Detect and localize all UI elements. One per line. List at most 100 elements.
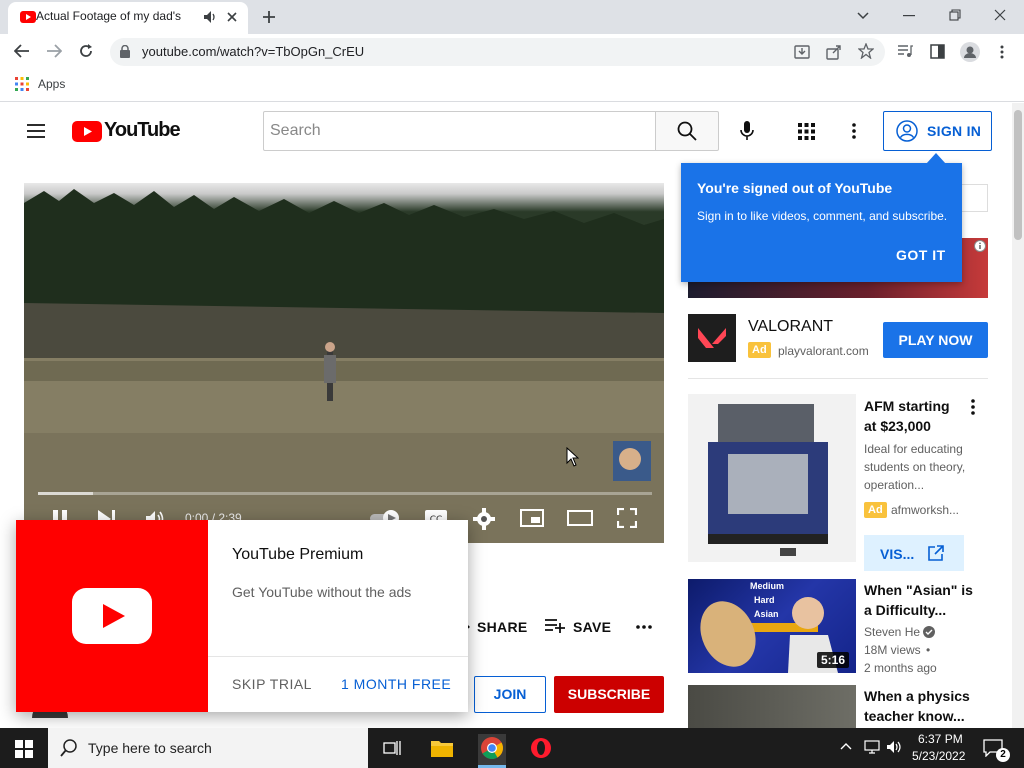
- network-icon[interactable]: [864, 740, 880, 754]
- month-free-button[interactable]: 1 MONTH FREE: [341, 676, 451, 692]
- profile-avatar-icon[interactable]: [960, 42, 980, 62]
- sign-in-label: SIGN IN: [927, 123, 982, 139]
- url-text[interactable]: youtube.com/watch?v=TbOpGn_CrEU: [142, 44, 364, 59]
- valorant-v-icon: [698, 328, 726, 348]
- youtube-favicon-icon: [20, 11, 36, 23]
- account-circle-icon: [896, 120, 918, 142]
- afm-more-icon[interactable]: [971, 399, 975, 415]
- taskbar-time[interactable]: 6:37 PM: [918, 732, 963, 746]
- fullscreen-icon[interactable]: [617, 508, 637, 528]
- miniplayer-icon[interactable]: [520, 509, 544, 527]
- video1-channel[interactable]: Steven He: [864, 625, 920, 639]
- afm-ad-thumbnail[interactable]: [688, 394, 856, 562]
- hamburger-menu-icon[interactable]: [27, 124, 45, 138]
- bookmark-apps[interactable]: Apps: [38, 77, 65, 91]
- forward-arrow-icon[interactable]: [46, 44, 62, 58]
- scrollbar-thumb[interactable]: [1014, 110, 1022, 240]
- bookmark-star-icon[interactable]: [858, 43, 874, 59]
- media-controls-icon[interactable]: [897, 44, 913, 58]
- join-button[interactable]: JOIN: [474, 676, 546, 713]
- task-view-icon[interactable]: [383, 740, 401, 756]
- restore-icon[interactable]: [949, 9, 961, 21]
- video1-duration: 5:16: [817, 652, 850, 668]
- mouse-cursor-icon: [566, 447, 579, 467]
- install-app-icon[interactable]: [794, 44, 810, 60]
- apps-grid-icon[interactable]: [15, 77, 29, 91]
- tray-chevron-up-icon[interactable]: [840, 742, 852, 750]
- subscribe-button[interactable]: SUBSCRIBE: [554, 676, 664, 713]
- skip-trial-button[interactable]: SKIP TRIAL: [232, 676, 312, 692]
- search-placeholder: Search: [270, 122, 321, 139]
- taskbar-search-placeholder: Type here to search: [88, 740, 212, 756]
- reload-icon[interactable]: [78, 43, 94, 59]
- window-close-icon[interactable]: [994, 9, 1006, 21]
- search-input[interactable]: [263, 111, 656, 151]
- tab-close-icon[interactable]: [226, 11, 238, 23]
- valorant-ad-title[interactable]: VALORANT: [748, 318, 833, 336]
- taskbar-search-icon: [60, 739, 78, 757]
- verified-check-icon: [923, 626, 935, 638]
- video1-age: 2 months ago: [864, 661, 937, 675]
- taskbar-date[interactable]: 5/23/2022: [912, 749, 965, 763]
- tooltip-body: Sign in to like videos, comment, and sub…: [697, 209, 948, 223]
- bookmarks-bar: [0, 70, 1024, 102]
- file-explorer-icon[interactable]: [431, 738, 453, 758]
- video1-meta-separator: •: [926, 643, 931, 657]
- video-progress-bar[interactable]: [38, 492, 652, 495]
- minimize-icon[interactable]: [903, 15, 915, 17]
- settings-gear-icon[interactable]: [473, 508, 495, 530]
- browser-menu-kebab-icon[interactable]: [1000, 45, 1004, 59]
- sidebar-divider: [688, 378, 988, 379]
- got-it-button[interactable]: GOT IT: [896, 247, 946, 263]
- speaker-icon[interactable]: [887, 740, 903, 754]
- premium-play-logo-icon: [72, 588, 152, 644]
- video2-thumbnail[interactable]: [688, 685, 856, 728]
- afm-advertiser[interactable]: afmworksh...: [891, 503, 959, 517]
- afm-ad-description: Ideal for educating students on theory, …: [864, 442, 966, 492]
- save-button[interactable]: SAVE: [573, 619, 611, 635]
- video2-title[interactable]: When a physics teacher know...: [864, 686, 974, 726]
- valorant-ad-url[interactable]: playvalorant.com: [778, 344, 869, 358]
- save-playlist-icon[interactable]: [545, 618, 565, 634]
- play-now-button[interactable]: PLAY NOW: [883, 322, 988, 358]
- video-player[interactable]: [24, 183, 664, 543]
- youtube-logo-text[interactable]: YouTube: [104, 119, 181, 142]
- premium-subtitle: Get YouTube without the ads: [232, 584, 412, 600]
- tooltip-title: You're signed out of YouTube: [697, 180, 893, 196]
- notification-count-badge: 2: [996, 748, 1010, 762]
- sidebar-chip-edge: [962, 184, 988, 212]
- youtube-apps-icon[interactable]: [798, 123, 815, 140]
- share-button[interactable]: SHARE: [477, 619, 528, 635]
- share-page-icon[interactable]: [826, 44, 842, 60]
- chrome-icon[interactable]: [481, 737, 503, 759]
- video-frame-scene: [24, 189, 664, 543]
- side-panel-icon[interactable]: [930, 44, 945, 59]
- premium-title: YouTube Premium: [232, 546, 364, 563]
- search-icon[interactable]: [677, 121, 697, 141]
- valorant-ad-badge: Ad: [748, 342, 771, 358]
- afm-ad-badge: Ad: [864, 502, 887, 518]
- settings-kebab-icon[interactable]: [852, 123, 856, 139]
- premium-divider: [208, 656, 468, 657]
- microphone-icon[interactable]: [740, 121, 754, 141]
- theater-mode-icon[interactable]: [567, 510, 593, 526]
- valorant-logo[interactable]: [688, 314, 736, 362]
- video1-views: 18M views: [864, 643, 921, 657]
- new-tab-plus-icon[interactable]: [262, 10, 276, 24]
- tab-search-chevron-icon[interactable]: [857, 10, 869, 20]
- tab-audio-icon[interactable]: [204, 11, 218, 23]
- more-actions-icon[interactable]: [636, 625, 652, 629]
- afm-visit-label: VIS...: [880, 546, 915, 562]
- tooltip-arrow: [926, 153, 946, 164]
- video1-title[interactable]: When "Asian" is a Difficulty...: [864, 580, 974, 620]
- youtube-logo-icon[interactable]: [72, 121, 102, 142]
- opera-icon[interactable]: [530, 737, 552, 759]
- afm-ad-title[interactable]: AFM starting at $23,000: [864, 396, 964, 436]
- windows-start-icon[interactable]: [15, 740, 33, 758]
- external-link-icon: [928, 545, 944, 561]
- video-buffered-fill: [38, 492, 93, 495]
- tab-title: Actual Footage of my dad's: [36, 9, 182, 23]
- ad-info-icon[interactable]: [974, 240, 986, 252]
- lock-icon[interactable]: [120, 45, 130, 58]
- back-arrow-icon[interactable]: [14, 44, 30, 58]
